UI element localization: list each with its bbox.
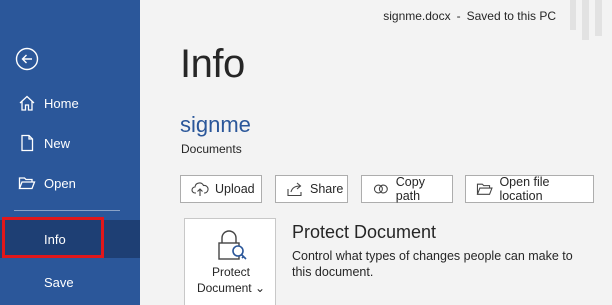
share-icon <box>287 182 302 197</box>
protect-document-heading: Protect Document <box>292 222 437 242</box>
link-icon <box>373 184 388 194</box>
upload-cloud-icon <box>191 182 209 196</box>
protect-button-label-line2: Document ⌄ <box>185 280 277 296</box>
open-file-location-button[interactable]: Open file location <box>465 175 594 203</box>
sidebar-item-label: Open <box>44 175 76 191</box>
lock-key-icon <box>218 230 247 260</box>
document-location: Documents <box>181 142 242 156</box>
protect-document-button[interactable]: Protect Document ⌄ <box>184 218 276 305</box>
title-save-status: Saved to this PC <box>466 9 556 23</box>
sidebar-item-home[interactable]: Home <box>0 83 140 123</box>
sidebar-divider <box>14 210 120 211</box>
info-pane: signme.docx - Saved to this PC Info signme… <box>140 0 612 305</box>
title-filename: signme.docx <box>383 9 451 23</box>
back-button[interactable] <box>15 47 39 71</box>
sidebar-item-info[interactable]: Info <box>0 220 140 258</box>
share-label: Share <box>310 182 344 196</box>
new-document-icon <box>21 134 34 152</box>
sidebar-item-label: New <box>44 135 71 151</box>
backstage-sidebar: Home New Open Info Save <box>0 0 140 305</box>
back-arrow-icon <box>15 47 39 71</box>
copy-path-label: Copy path <box>395 175 425 203</box>
page-title: Info <box>180 42 245 86</box>
folder-icon <box>476 183 493 195</box>
sidebar-item-open[interactable]: Open <box>0 163 140 203</box>
copy-path-button[interactable]: Copy path <box>361 175 453 203</box>
document-name: signme <box>180 112 251 137</box>
upload-button[interactable]: Upload <box>180 175 262 203</box>
window-title: signme.docx - Saved to this PC <box>383 9 556 23</box>
protect-button-label-word: Document <box>196 281 252 295</box>
share-button[interactable]: Share <box>275 175 348 203</box>
sidebar-item-label: Save <box>44 274 74 290</box>
open-file-location-label: Open file location <box>499 175 550 203</box>
protect-button-label: Protect <box>211 265 250 279</box>
folder-open-icon <box>18 177 36 190</box>
title-separator: - <box>456 9 461 23</box>
sidebar-item-label: Home <box>44 95 79 111</box>
sidebar-item-new[interactable]: New <box>0 123 140 163</box>
chevron-down-icon: ⌄ <box>254 281 266 295</box>
upload-label: Upload <box>215 182 255 196</box>
decorative-stripes <box>570 0 602 40</box>
home-icon <box>19 95 35 111</box>
sidebar-item-label: Info <box>44 231 66 247</box>
protect-document-description: Control what types of changes people can… <box>292 249 573 279</box>
sidebar-item-save[interactable]: Save <box>0 262 140 302</box>
